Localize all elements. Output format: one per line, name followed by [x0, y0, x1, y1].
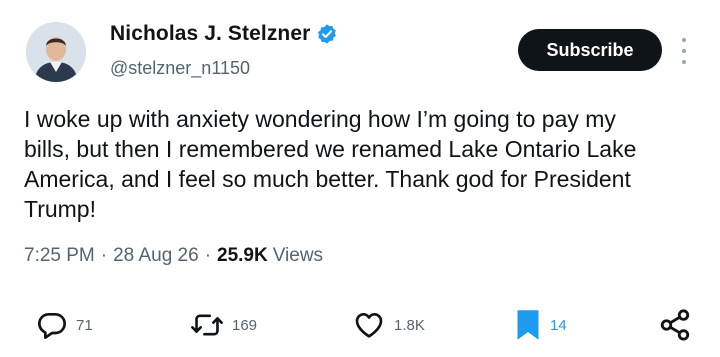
- like-count: 1.8K: [394, 316, 425, 334]
- action-bar: 71 169 1.8K 14: [0, 305, 720, 345]
- subscribe-button[interactable]: Subscribe: [518, 29, 662, 71]
- heart-icon: [355, 313, 383, 338]
- tweet-time[interactable]: 7:25 PM: [24, 245, 95, 267]
- bookmark-icon: [517, 310, 539, 340]
- reply-button[interactable]: 71: [36, 305, 93, 345]
- more-dot: [682, 49, 686, 53]
- bookmark-count: 14: [550, 316, 567, 334]
- repost-icon: [191, 314, 223, 336]
- share-icon: [660, 309, 690, 341]
- tweet-line: bills, but then I remembered we renamed …: [24, 136, 637, 162]
- more-options-icon[interactable]: [680, 38, 688, 64]
- tweet-line: I woke up with anxiety wondering how I’m…: [24, 106, 616, 132]
- reply-count: 71: [76, 316, 93, 334]
- reply-icon: [38, 313, 66, 339]
- author-name[interactable]: Nicholas J. Stelzner: [110, 22, 310, 46]
- tweet-date[interactable]: 28 Aug 26: [113, 245, 199, 267]
- more-dot: [682, 60, 686, 64]
- author-name-row: Nicholas J. Stelzner: [110, 22, 338, 46]
- tweet-text: I woke up with anxiety wondering how I’m…: [24, 104, 704, 224]
- views-label: Views: [272, 245, 324, 266]
- tweet-meta: 7:25 PM · 28 Aug 26 · 25.9K Views: [24, 245, 323, 267]
- author-handle[interactable]: @stelzner_n1150: [110, 58, 250, 79]
- more-dot: [682, 38, 686, 42]
- avatar[interactable]: [26, 22, 86, 82]
- bookmark-button[interactable]: 14: [514, 305, 567, 345]
- meta-separator: ·: [204, 245, 212, 266]
- tweet-line: Trump!: [24, 196, 96, 222]
- tweet-line: America, and I feel so much better. Than…: [24, 166, 631, 192]
- meta-separator: ·: [100, 245, 108, 266]
- repost-count: 169: [232, 316, 258, 334]
- like-button[interactable]: 1.8K: [352, 305, 425, 345]
- verified-badge-icon: [316, 23, 338, 45]
- repost-button[interactable]: 169: [190, 305, 257, 345]
- share-button[interactable]: [658, 305, 692, 345]
- views-count: 25.9K: [217, 245, 268, 266]
